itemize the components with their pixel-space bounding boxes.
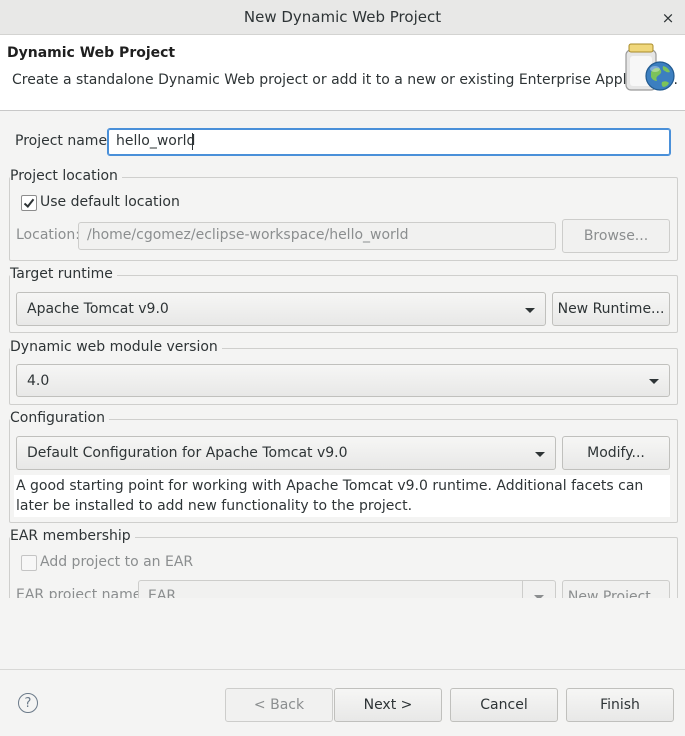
ear-project-name-value: EAR bbox=[148, 588, 177, 598]
target-runtime-select[interactable]: Apache Tomcat v9.0 bbox=[16, 292, 546, 326]
module-version-label: Dynamic web module version bbox=[10, 339, 222, 355]
dropdown-caret-icon bbox=[534, 595, 544, 598]
dropdown-caret-icon bbox=[649, 379, 659, 384]
target-runtime-value: Apache Tomcat v9.0 bbox=[27, 301, 169, 317]
configuration-description: A good starting point for working with A… bbox=[16, 478, 644, 514]
finish-button[interactable]: Finish bbox=[566, 688, 674, 722]
browse-button[interactable]: Browse... bbox=[562, 219, 670, 253]
project-name-value[interactable]: hello_world bbox=[116, 133, 195, 149]
wizard-description: Create a standalone Dynamic Web project … bbox=[12, 72, 678, 88]
close-icon[interactable]: × bbox=[657, 7, 679, 29]
wizard-globe-icon bbox=[620, 40, 682, 100]
location-label: Location: bbox=[16, 227, 80, 243]
modify-button[interactable]: Modify... bbox=[562, 436, 670, 470]
wizard-title: Dynamic Web Project bbox=[7, 45, 176, 61]
add-to-ear-checkbox[interactable] bbox=[21, 555, 37, 571]
use-default-checkbox[interactable] bbox=[21, 195, 37, 211]
ear-project-name-select: EAR bbox=[138, 580, 556, 598]
window-title: New Dynamic Web Project bbox=[243, 8, 442, 26]
dropdown-caret-icon bbox=[525, 308, 535, 313]
ear-clip: EAR membership Add project to an EAR EAR… bbox=[0, 520, 685, 598]
configuration-label: Configuration bbox=[10, 410, 109, 426]
new-project-button[interactable]: New Project... bbox=[562, 580, 670, 598]
footer-separator bbox=[0, 669, 685, 670]
project-name-label: Project name: bbox=[15, 133, 112, 149]
combo-divider bbox=[522, 581, 523, 598]
dropdown-caret-icon bbox=[535, 452, 545, 457]
configuration-value: Default Configuration for Apache Tomcat … bbox=[27, 445, 348, 461]
help-icon[interactable]: ? bbox=[18, 693, 38, 713]
target-runtime-label: Target runtime bbox=[10, 266, 117, 282]
cancel-button[interactable]: Cancel bbox=[450, 688, 558, 722]
module-version-value: 4.0 bbox=[27, 373, 50, 389]
next-button[interactable]: Next > bbox=[334, 688, 442, 722]
new-runtime-button[interactable]: New Runtime... bbox=[552, 292, 670, 326]
configuration-select[interactable]: Default Configuration for Apache Tomcat … bbox=[16, 436, 556, 470]
back-button[interactable]: < Back bbox=[225, 688, 333, 722]
project-location-label: Project location bbox=[10, 168, 122, 184]
checkmark-icon bbox=[23, 198, 35, 208]
add-to-ear-label[interactable]: Add project to an EAR bbox=[40, 554, 193, 570]
text-cursor bbox=[192, 133, 193, 150]
module-version-select[interactable]: 4.0 bbox=[16, 364, 670, 397]
ear-project-name-label: EAR project name: bbox=[16, 587, 147, 598]
location-value: /home/cgomez/eclipse-workspace/hello_wor… bbox=[87, 227, 409, 243]
use-default-label[interactable]: Use default location bbox=[40, 194, 180, 210]
ear-membership-label: EAR membership bbox=[10, 528, 135, 544]
